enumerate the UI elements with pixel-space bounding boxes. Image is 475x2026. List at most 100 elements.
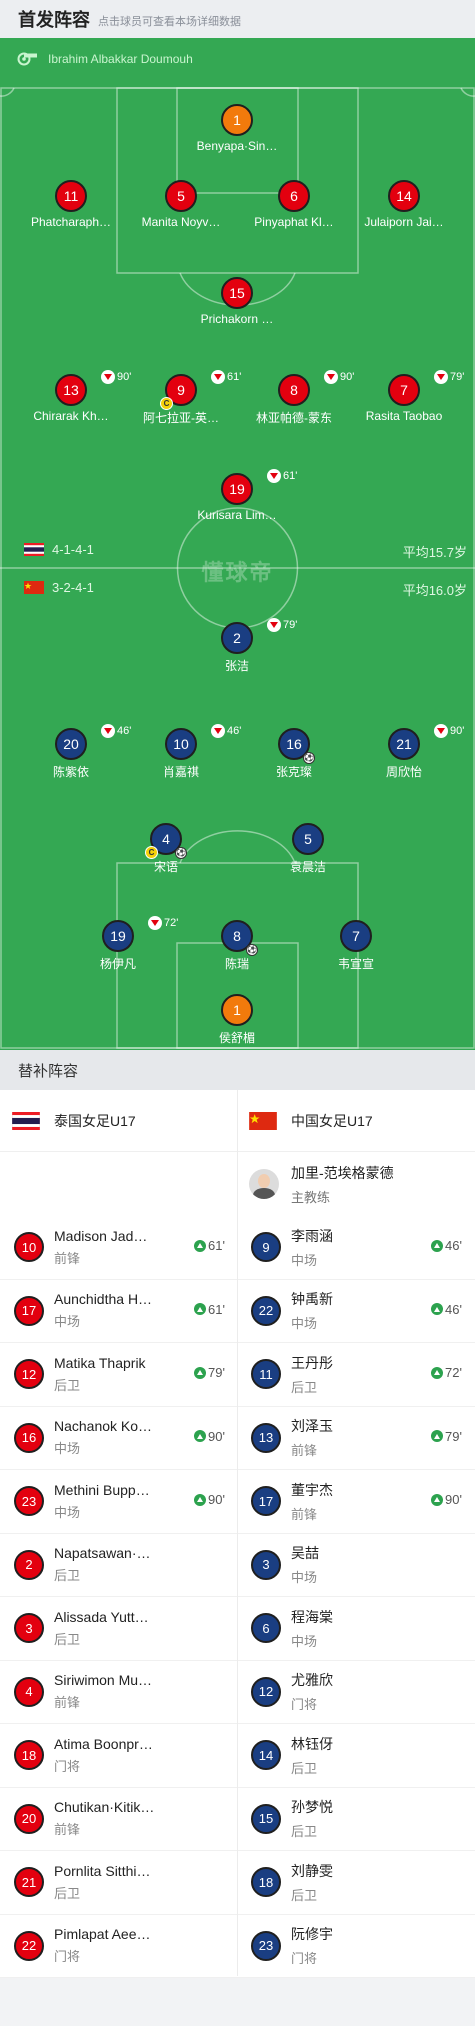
sub-in-arrow-icon bbox=[194, 1303, 207, 1315]
away-formation-text: 3-2-4-1 bbox=[52, 580, 94, 595]
bench-player-away[interactable]: 3 吴喆 中场 bbox=[237, 1534, 474, 1597]
away-player[interactable]: 8 ⚽ 陈瑞 bbox=[177, 920, 297, 972]
sub-in-badge: 72' bbox=[431, 1365, 462, 1380]
bench-player-home[interactable]: 21 Pornlita Sitthi… 后卫 bbox=[0, 1851, 237, 1914]
player-number: 19 bbox=[110, 928, 126, 944]
coach-avatar bbox=[249, 1169, 279, 1199]
lineup-header: 首发阵容 点击球员可查看本场详细数据 bbox=[0, 0, 475, 38]
bench-player-info: Aunchidtha H… 中场 bbox=[54, 1291, 164, 1330]
bench-player-info: Chutikan·Kitik… 前锋 bbox=[54, 1799, 164, 1838]
home-player[interactable]: 6 Pinyaphat Kl… bbox=[234, 180, 354, 229]
player-name: 周欣怡 bbox=[385, 765, 422, 779]
bench-player-number: 16 bbox=[14, 1422, 44, 1453]
bench-player-home[interactable]: 2 Napatsawan·… 后卫 bbox=[0, 1534, 237, 1597]
home-player[interactable]: 13 90' Chirarak Kh… bbox=[11, 370, 131, 423]
away-player[interactable]: 19 72' 杨伊凡 bbox=[58, 916, 178, 972]
lineup-title: 首发阵容 bbox=[18, 10, 90, 30]
bench-player-position: 门将 bbox=[54, 1758, 81, 1774]
bench-player-number: 17 bbox=[14, 1295, 44, 1326]
bench-player-home[interactable]: 10 Madison Jad… 前锋 61' bbox=[0, 1216, 237, 1279]
away-player[interactable]: 7 韦宣宣 bbox=[296, 920, 416, 972]
home-player[interactable]: 7 79' Rasita Taobao bbox=[344, 370, 464, 423]
sub-off-minute: 90' bbox=[450, 725, 465, 737]
bench-player-away[interactable]: 6 程海棠 中场 bbox=[237, 1597, 474, 1660]
referee: Ibrahim Albakkar Doumouh bbox=[16, 52, 193, 66]
home-player[interactable]: 9 C 61' 阿七拉亚-英… bbox=[121, 370, 241, 426]
away-coach[interactable]: 加里-范埃格蒙德 主教练 bbox=[237, 1152, 474, 1216]
bench-player-home[interactable]: 3 Alissada Yutt… 后卫 bbox=[0, 1597, 237, 1660]
bench-row: 16 Nachanok Ko… 中场 90' 13 刘泽玉 前锋 79' bbox=[0, 1407, 475, 1470]
bench-player-home[interactable]: 12 Matika Thaprik 后卫 79' bbox=[0, 1343, 237, 1406]
player-number: 7 bbox=[400, 382, 408, 398]
bench-player-away[interactable]: 23 阮修宇 门将 bbox=[237, 1915, 474, 1978]
player-name: Manita Noyv… bbox=[141, 215, 221, 229]
home-formation-text: 4-1-4-1 bbox=[52, 542, 94, 557]
bench-player-away[interactable]: 17 董宇杰 前锋 90' bbox=[237, 1470, 474, 1533]
player-name: 肖嘉祺 bbox=[162, 765, 199, 779]
bench-player-position: 门将 bbox=[54, 1949, 81, 1965]
bench-away-team[interactable]: 中国女足U17 bbox=[237, 1090, 474, 1151]
player-name: Julaiporn Jai… bbox=[364, 215, 444, 229]
player-number-badge: 9C bbox=[160, 374, 197, 410]
home-player[interactable]: 15 Prichakorn … bbox=[177, 277, 297, 326]
bench-player-away[interactable]: 9 李雨涵 中场 46' bbox=[237, 1216, 474, 1279]
player-name: 张洁 bbox=[224, 659, 249, 673]
player-name: 韦宣宣 bbox=[337, 957, 374, 971]
bench-player-position: 中场 bbox=[291, 1570, 318, 1586]
player-number: 9 bbox=[177, 382, 185, 398]
away-player[interactable]: 10 46' 肖嘉祺 bbox=[121, 724, 241, 780]
away-player[interactable]: 1 侯舒楣 bbox=[177, 994, 297, 1046]
bench-player-home[interactable]: 23 Methini Bupp… 中场 90' bbox=[0, 1470, 237, 1533]
home-player[interactable]: 8 90' 林亚帕德-蒙东 bbox=[234, 370, 354, 426]
bench-player-number: 3 bbox=[14, 1613, 44, 1644]
sub-in-minute: 46' bbox=[445, 1301, 462, 1317]
bench-player-away[interactable]: 13 刘泽玉 前锋 79' bbox=[237, 1407, 474, 1470]
away-player[interactable]: 2 79' 张洁 bbox=[177, 618, 298, 674]
home-player[interactable]: 5 Manita Noyv… bbox=[121, 180, 241, 229]
bench-row: 23 Methini Bupp… 中场 90' 17 董宇杰 前锋 90' bbox=[0, 1470, 475, 1534]
player-number-badge: 4 C ⚽ bbox=[145, 823, 187, 859]
bench-player-home[interactable]: 20 Chutikan·Kitik… 前锋 bbox=[0, 1788, 237, 1851]
bench-player-away[interactable]: 12 尤雅欣 门将 bbox=[237, 1661, 474, 1724]
bench-player-home[interactable]: 22 Pimlapat Aee… 门将 bbox=[0, 1915, 237, 1978]
bench-player-away[interactable]: 22 钟禹新 中场 46' bbox=[237, 1280, 474, 1343]
away-player[interactable]: 20 46' 陈紫依 bbox=[11, 724, 131, 780]
sub-off-minute: 79' bbox=[283, 619, 298, 631]
bench-player-home[interactable]: 17 Aunchidtha H… 中场 61' bbox=[0, 1280, 237, 1343]
bench-player-name: Napatsawan·… bbox=[54, 1545, 151, 1562]
home-player[interactable]: 14 Julaiporn Jai… bbox=[344, 180, 464, 229]
bench-player-name: Methini Bupp… bbox=[54, 1481, 150, 1498]
bench-player-home[interactable]: 4 Siriwimon Mu… 前锋 bbox=[0, 1661, 237, 1724]
player-number-badge: 5 bbox=[165, 180, 197, 212]
away-player[interactable]: 16 ⚽ 张克璨 bbox=[234, 728, 354, 780]
bench-player-position: 前锋 bbox=[291, 1443, 318, 1459]
home-player[interactable]: 19 61' Kurisara Lim… bbox=[177, 469, 298, 522]
sub-off-icon bbox=[267, 618, 281, 632]
bench-player-away[interactable]: 11 王丹彤 后卫 72' bbox=[237, 1343, 474, 1406]
bench-player-name: Alissada Yutt… bbox=[54, 1608, 149, 1625]
bench-player-away[interactable]: 14 林钰伢 后卫 bbox=[237, 1724, 474, 1787]
bench-player-name: Aunchidtha H… bbox=[54, 1291, 153, 1308]
home-player[interactable]: 11 Phatcharaph… bbox=[11, 180, 131, 229]
away-player[interactable]: 5 袁晨洁 bbox=[248, 823, 368, 875]
player-number-badge: 5 bbox=[292, 823, 324, 855]
bench-player-home[interactable]: 18 Atima Boonpr… 门将 bbox=[0, 1724, 237, 1787]
player-number-badge: 7 bbox=[340, 920, 372, 952]
bench-player-number: 11 bbox=[251, 1359, 281, 1390]
away-player[interactable]: 21 90' 周欣怡 bbox=[344, 724, 465, 780]
bench-player-position: 前锋 bbox=[54, 1250, 81, 1266]
bench-player-away[interactable]: 18 刘静雯 后卫 bbox=[237, 1851, 474, 1914]
bench-home-team[interactable]: 泰国女足U17 bbox=[0, 1090, 237, 1151]
sub-off-minute: 61' bbox=[283, 470, 298, 482]
player-number-badge: 19 bbox=[221, 473, 253, 505]
bench-player-home[interactable]: 16 Nachanok Ko… 中场 90' bbox=[0, 1407, 237, 1470]
bench-player-info: Pornlita Sitthi… 后卫 bbox=[54, 1863, 164, 1902]
player-name: Phatcharaph… bbox=[30, 215, 112, 229]
sub-in-minute: 46' bbox=[445, 1238, 462, 1253]
away-player[interactable]: 4 C ⚽ 宋语 bbox=[106, 823, 226, 875]
bench-player-number: 4 bbox=[14, 1676, 44, 1707]
bench-player-name: 董宇杰 bbox=[291, 1481, 333, 1498]
bench-player-away[interactable]: 15 孙梦悦 后卫 bbox=[237, 1788, 474, 1851]
home-player[interactable]: 1 Benyapa·Sin… bbox=[177, 104, 297, 153]
bench-player-info: 阮修宇 门将 bbox=[291, 1924, 401, 1967]
